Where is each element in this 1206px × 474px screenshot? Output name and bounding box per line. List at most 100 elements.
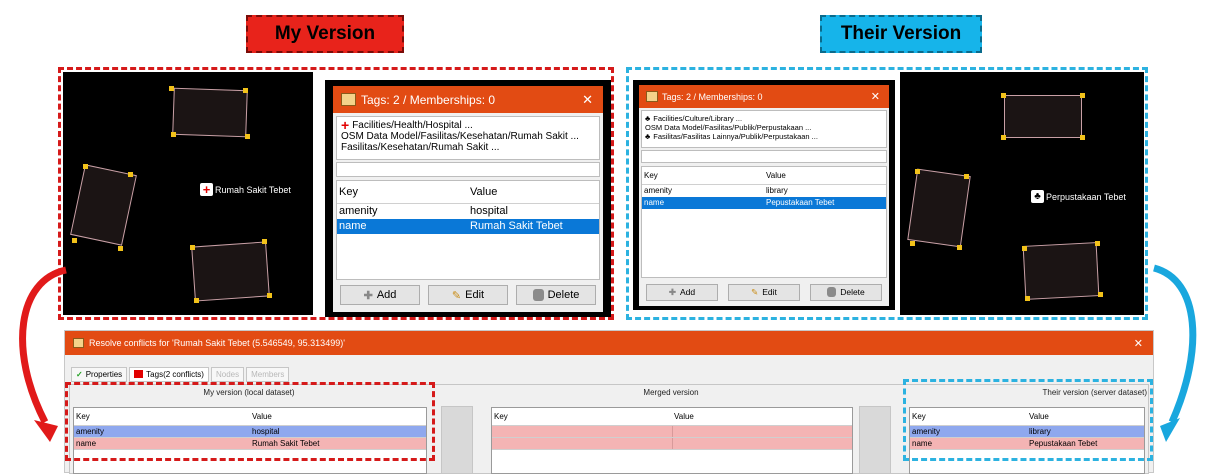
button-bar: ✚ Add ✎ Edit Delete bbox=[641, 282, 887, 302]
table-header: Key Value bbox=[642, 167, 886, 185]
hospital-cross-icon: + bbox=[341, 117, 350, 133]
map-node[interactable] bbox=[171, 132, 176, 137]
button-bar: ✚ Add ✎ Edit Delete bbox=[336, 283, 600, 307]
edit-button[interactable]: ✎ Edit bbox=[728, 283, 800, 301]
my-tag-dialog: Tags: 2 / Memberships: 0 ✕ + Facilities/… bbox=[325, 80, 611, 317]
map-node[interactable] bbox=[83, 164, 88, 169]
column-header-value[interactable]: Value bbox=[764, 167, 886, 184]
table-row[interactable] bbox=[492, 438, 852, 450]
merged-version-table: Key Value bbox=[491, 407, 853, 474]
table-row[interactable]: amenity hospital bbox=[337, 204, 599, 219]
tab-tags[interactable]: Tags(2 conflicts) bbox=[129, 366, 209, 382]
map-node[interactable] bbox=[267, 293, 272, 298]
close-icon[interactable]: ✕ bbox=[871, 90, 880, 103]
column-header-value[interactable]: Value bbox=[468, 181, 599, 203]
pencil-icon: ✎ bbox=[451, 289, 462, 302]
map-node[interactable] bbox=[1080, 135, 1085, 140]
tab-nodes[interactable]: Nodes bbox=[210, 366, 245, 382]
apply-their-buttons-column[interactable] bbox=[859, 406, 891, 474]
map-node[interactable] bbox=[964, 174, 969, 179]
map-node[interactable] bbox=[910, 241, 915, 246]
dialog-title: Resolve conflicts for 'Rumah Sakit Tebet… bbox=[89, 338, 345, 348]
column-header-key[interactable]: Key bbox=[492, 408, 672, 425]
josm-app-icon bbox=[341, 93, 356, 106]
library-icon: ♣ bbox=[645, 132, 651, 141]
close-icon[interactable]: ✕ bbox=[1134, 337, 1143, 350]
merged-version-pane-title: Merged version bbox=[643, 388, 699, 397]
column-header-key[interactable]: Key bbox=[337, 181, 468, 203]
map-node[interactable] bbox=[1080, 93, 1085, 98]
map-node[interactable] bbox=[262, 239, 267, 244]
pencil-icon: ✎ bbox=[751, 286, 759, 297]
preset-link[interactable]: Fasilitas/Kesehatan/Rumah Sakit ... bbox=[341, 142, 595, 153]
table-row-selected[interactable]: name Pepustakaan Tebet bbox=[642, 197, 886, 209]
table-row[interactable]: amenity library bbox=[642, 185, 886, 197]
map-node[interactable] bbox=[1001, 93, 1006, 98]
close-icon[interactable]: ✕ bbox=[582, 92, 593, 108]
building-outline[interactable] bbox=[1004, 95, 1082, 138]
add-button[interactable]: ✚ Add bbox=[646, 283, 718, 301]
building-outline[interactable] bbox=[172, 87, 248, 138]
dialog-body: + Facilities/Health/Hospital ... OSM Dat… bbox=[333, 113, 603, 312]
dialog-title: Tags: 2 / Memberships: 0 bbox=[662, 91, 763, 102]
map-node[interactable] bbox=[1022, 246, 1027, 251]
building-outline[interactable] bbox=[191, 241, 270, 302]
map-node[interactable] bbox=[245, 134, 250, 139]
map-poi[interactable]: + Rumah Sakit Tebet bbox=[200, 183, 291, 196]
preset-list: ♣ Facilities/Culture/Library ... OSM Dat… bbox=[641, 110, 887, 148]
tab-bar: ✓ Properties Tags(2 conflicts) Nodes Mem… bbox=[71, 366, 290, 382]
tab-members[interactable]: Members bbox=[246, 366, 290, 382]
map-node[interactable] bbox=[118, 246, 123, 251]
preset-link[interactable]: OSM Data Model/Fasilitas/Kesehatan/Rumah… bbox=[341, 131, 595, 142]
table-header: Key Value bbox=[337, 181, 599, 204]
map-node[interactable] bbox=[194, 298, 199, 303]
preset-link[interactable]: ♣ Facilities/Culture/Library ... bbox=[645, 114, 883, 123]
building-outline[interactable] bbox=[907, 168, 971, 248]
map-node[interactable] bbox=[169, 86, 174, 91]
map-poi[interactable]: ♣ Perpustakaan Tebet bbox=[1031, 190, 1126, 203]
my-version-pane-frame bbox=[65, 382, 435, 461]
building-outline[interactable] bbox=[70, 164, 137, 246]
dialog-body: ♣ Facilities/Culture/Library ... OSM Dat… bbox=[639, 108, 889, 306]
their-version-pane-frame bbox=[903, 379, 1153, 461]
tag-filter-input[interactable] bbox=[641, 150, 887, 163]
delete-button[interactable]: Delete bbox=[810, 283, 882, 301]
tab-properties[interactable]: ✓ Properties bbox=[71, 366, 128, 382]
map-node[interactable] bbox=[1001, 135, 1006, 140]
preset-link[interactable]: OSM Data Model/Fasilitas/Publik/Perpusta… bbox=[645, 123, 883, 132]
map-node[interactable] bbox=[128, 172, 133, 177]
hospital-cross-icon: + bbox=[200, 183, 213, 196]
my-version-label: My Version bbox=[246, 15, 404, 53]
map-node[interactable] bbox=[1025, 296, 1030, 301]
my-map-view[interactable]: + Rumah Sakit Tebet bbox=[63, 72, 313, 315]
table-header: Key Value bbox=[492, 408, 852, 426]
josm-app-icon bbox=[73, 338, 84, 348]
map-node[interactable] bbox=[243, 88, 248, 93]
map-node[interactable] bbox=[957, 245, 962, 250]
preset-link[interactable]: + Facilities/Health/Hospital ... bbox=[341, 117, 595, 133]
dialog-title-bar: Resolve conflicts for 'Rumah Sakit Tebet… bbox=[65, 331, 1153, 355]
map-poi-label: Perpustakaan Tebet bbox=[1046, 191, 1126, 202]
add-button[interactable]: ✚ Add bbox=[340, 285, 420, 305]
column-header-value[interactable]: Value bbox=[672, 408, 852, 425]
building-outline[interactable] bbox=[1022, 242, 1100, 300]
map-node[interactable] bbox=[190, 245, 195, 250]
edit-button[interactable]: ✎ Edit bbox=[428, 285, 508, 305]
their-map-view[interactable]: ♣ Perpustakaan Tebet bbox=[900, 72, 1144, 315]
table-row[interactable] bbox=[492, 426, 852, 438]
map-node[interactable] bbox=[1095, 241, 1100, 246]
delete-button[interactable]: Delete bbox=[516, 285, 596, 305]
library-icon: ♣ bbox=[1031, 190, 1044, 203]
map-node[interactable] bbox=[72, 238, 77, 243]
apply-my-buttons-column[interactable] bbox=[441, 406, 473, 474]
column-header-key[interactable]: Key bbox=[642, 167, 764, 184]
tag-table: Key Value amenity library name Pepustaka… bbox=[641, 166, 887, 278]
map-node[interactable] bbox=[915, 169, 920, 174]
table-row-selected[interactable]: name Rumah Sakit Tebet bbox=[337, 219, 599, 234]
dialog-title-bar: Tags: 2 / Memberships: 0 ✕ bbox=[639, 85, 889, 108]
their-tag-dialog: Tags: 2 / Memberships: 0 ✕ ♣ Facilities/… bbox=[633, 80, 895, 310]
preset-list: + Facilities/Health/Hospital ... OSM Dat… bbox=[336, 116, 600, 160]
preset-link[interactable]: ♣ Fasilitas/Fasilitas Lainnya/Publik/Per… bbox=[645, 132, 883, 141]
map-node[interactable] bbox=[1098, 292, 1103, 297]
tag-filter-input[interactable] bbox=[336, 162, 600, 177]
